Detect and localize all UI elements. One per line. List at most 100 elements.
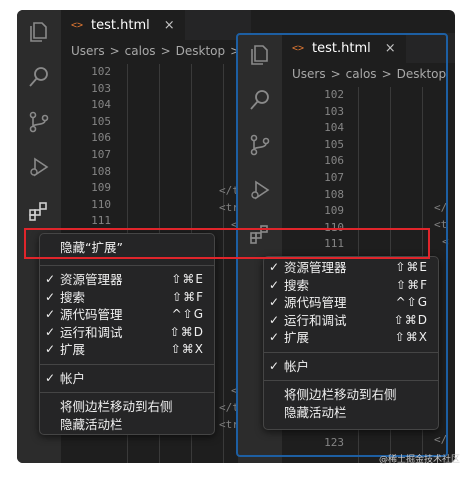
run-debug-icon[interactable]	[248, 178, 272, 202]
line-number: 109	[324, 204, 344, 218]
menu-item-label: 源代码管理	[284, 295, 347, 310]
check-icon: ✓	[45, 342, 56, 356]
menu-item-view[interactable]: ✓ 扩展 ⇧⌘X	[264, 329, 438, 347]
menu-item-view[interactable]: ✓ 搜索 ⇧⌘F	[40, 289, 214, 307]
shortcut-label: ⇧⌘X	[394, 330, 428, 344]
breadcrumb-item[interactable]: Users	[71, 44, 105, 58]
menu-item-label: 将侧边栏移动到右侧	[60, 399, 173, 414]
menu-item-view[interactable]: ✓ 运行和调试 ⇧⌘D	[264, 312, 438, 330]
line-number: 107	[91, 147, 111, 161]
line-number: 109	[91, 181, 111, 195]
line-number: 104	[324, 121, 344, 135]
close-icon[interactable]: ×	[385, 41, 396, 56]
line-number: 108	[91, 164, 111, 178]
line-number: 123	[324, 436, 344, 450]
search-icon[interactable]	[27, 65, 51, 89]
menu-item-move-sidebar[interactable]: 将侧边栏移动到右侧	[40, 398, 214, 416]
tab-filename: test.html	[91, 17, 150, 33]
menu-separator	[40, 265, 214, 266]
explorer-icon[interactable]	[27, 20, 51, 44]
shortcut-label: ⇧⌘E	[171, 272, 204, 286]
menu-separator	[264, 380, 438, 381]
breadcrumb-item[interactable]: calos	[346, 67, 377, 81]
shortcut-label: ^⇧G	[171, 307, 204, 321]
menu-item-label: 隐藏活动栏	[60, 416, 123, 432]
breadcrumb-item[interactable]: Desktop	[176, 44, 226, 58]
menu-item-move-sidebar[interactable]: 将侧边栏移动到右侧	[264, 386, 438, 404]
menu-item-label: 帐户	[60, 370, 86, 386]
line-number: 105	[324, 137, 344, 151]
menu-item-hide-activity-bar[interactable]: 隐藏活动栏	[264, 404, 438, 422]
menu-item-label: 搜索	[60, 289, 86, 305]
html-file-icon: <>	[71, 19, 84, 31]
html-file-icon: <>	[292, 42, 305, 54]
tab-filename: test.html	[312, 40, 371, 56]
breadcrumb-separator: >	[160, 44, 171, 58]
explorer-icon[interactable]	[248, 43, 272, 67]
check-icon: ✓	[269, 295, 280, 309]
line-number: 104	[91, 98, 111, 112]
breadcrumb: Users > calos > Desktop	[282, 63, 455, 85]
code-fragment: </	[434, 201, 448, 214]
extensions-icon[interactable]	[27, 200, 51, 224]
tab-bar: <> test.html ×	[61, 10, 251, 40]
run-debug-icon[interactable]	[27, 155, 51, 179]
line-number: 108	[324, 187, 344, 201]
menu-item-accounts[interactable]: ✓ 帐户	[40, 370, 214, 388]
breadcrumb-item[interactable]: Desktop	[397, 67, 447, 81]
line-number: 102	[324, 88, 344, 101]
menu-item-label: 帐户	[284, 358, 310, 374]
menu-item-view[interactable]: ✓ 运行和调试 ⇧⌘D	[40, 324, 214, 342]
breadcrumb-separator: >	[109, 44, 120, 58]
menu-separator	[40, 363, 214, 365]
shortcut-label: ^⇧G	[395, 295, 428, 309]
menu-item-label: 扩展	[284, 330, 310, 345]
check-icon: ✓	[45, 307, 56, 321]
menu-item-label: 将侧边栏移动到右侧	[284, 387, 397, 402]
close-icon[interactable]: ×	[164, 18, 175, 33]
check-icon: ✓	[269, 330, 280, 344]
line-number: 103	[91, 81, 111, 95]
menu-item-view[interactable]: ✓ 源代码管理 ^⇧G	[40, 306, 214, 324]
menu-item-accounts[interactable]: ✓ 帐户	[264, 358, 438, 376]
check-icon: ✓	[269, 260, 280, 274]
shortcut-label: ⇧⌘F	[172, 289, 204, 304]
check-icon: ✓	[269, 277, 280, 292]
menu-item-view[interactable]: ✓ 扩展 ⇧⌘X	[40, 341, 214, 359]
shortcut-label: ⇧⌘F	[396, 277, 428, 292]
menu-item-view[interactable]: ✓ 资源管理器 ⇧⌘E	[264, 259, 438, 277]
editor-tab[interactable]: <> test.html ×	[61, 10, 185, 40]
menu-item-label: 运行和调试	[284, 312, 347, 328]
code-fragment: <t	[434, 218, 448, 231]
menu-separator	[264, 351, 438, 353]
menu-item-view[interactable]: ✓ 资源管理器 ⇧⌘E	[40, 271, 214, 289]
menu-item-hide-activity-bar[interactable]: 隐藏活动栏	[40, 416, 214, 434]
menu-item-label: 源代码管理	[60, 307, 123, 322]
highlight-box	[24, 228, 430, 259]
check-icon: ✓	[45, 289, 56, 304]
context-menu: 隐藏“扩展” ✓ 资源管理器 ⇧⌘E ✓ 搜索 ⇧⌘F ✓ 源代码管理 ^⇧G ✓ 运行和调试 ⇧⌘D…	[39, 233, 215, 435]
shortcut-label: ⇧⌘E	[395, 260, 428, 274]
tab-bar: <> test.html ×	[282, 33, 455, 63]
line-number: 106	[91, 131, 111, 145]
menu-item-view[interactable]: ✓ 源代码管理 ^⇧G	[264, 294, 438, 312]
menu-item-view[interactable]: ✓ 搜索 ⇧⌘F	[264, 277, 438, 295]
menu-item-label: 搜索	[284, 277, 310, 293]
check-icon: ✓	[45, 370, 56, 385]
code-fragment: </	[434, 433, 448, 446]
editor-tab[interactable]: <> test.html ×	[282, 33, 406, 63]
views-group: ✓ 资源管理器 ⇧⌘E ✓ 搜索 ⇧⌘F ✓ 源代码管理 ^⇧G ✓ 运行和调试 ⇧⌘D ✓ 扩展 ⇧⌘X	[264, 259, 438, 347]
breadcrumb-separator: >	[330, 67, 341, 81]
source-control-icon[interactable]	[27, 110, 51, 134]
breadcrumb-item[interactable]: calos	[125, 44, 156, 58]
breadcrumb-separator: >	[381, 67, 392, 81]
check-icon: ✓	[45, 272, 56, 286]
check-icon: ✓	[45, 324, 56, 339]
menu-item-label: 资源管理器	[60, 272, 123, 287]
source-control-icon[interactable]	[248, 133, 272, 157]
menu-item-label: 资源管理器	[284, 260, 347, 275]
breadcrumb-item[interactable]: Users	[292, 67, 326, 81]
search-icon[interactable]	[248, 88, 272, 112]
shortcut-label: ⇧⌘X	[170, 342, 204, 356]
shortcut-label: ⇧⌘D	[169, 324, 204, 339]
